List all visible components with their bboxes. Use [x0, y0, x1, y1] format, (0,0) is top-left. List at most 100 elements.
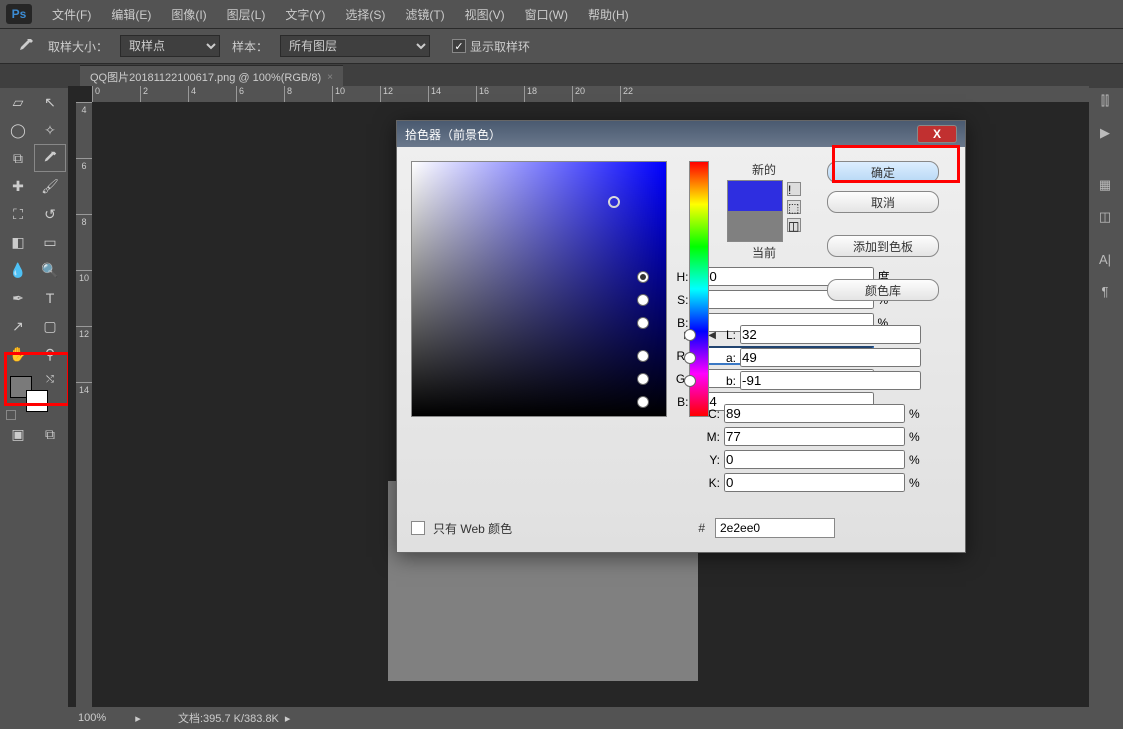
sample-target-select[interactable]: 所有图层	[280, 35, 430, 57]
status-bar: 100% ▸ 文档:395.7 K/383.8K ▸	[68, 707, 1089, 729]
menu-image[interactable]: 图像(I)	[163, 2, 214, 27]
panel-tab-paragraph-icon[interactable]: ¶	[1091, 276, 1119, 306]
doc-size-info: 文档:395.7 K/383.8K	[148, 710, 279, 726]
eyedropper-tool-icon[interactable]	[35, 145, 65, 171]
close-tab-icon[interactable]: ×	[327, 72, 333, 83]
field-l[interactable]	[740, 325, 921, 344]
radio-h[interactable]	[637, 271, 649, 283]
dialog-titlebar[interactable]: 拾色器（前景色） X	[397, 121, 965, 147]
menu-select[interactable]: 选择(S)	[337, 2, 393, 27]
ruler-horizontal: 0246810121416182022	[92, 86, 1089, 102]
screenmode-tool-icon[interactable]: ⧉	[35, 421, 65, 447]
marquee-tool-icon[interactable]: ↖	[35, 89, 65, 115]
new-color-label: 新的	[752, 161, 776, 178]
color-library-button[interactable]: 颜色库	[827, 279, 939, 301]
web-only-checkbox[interactable]: ✓	[411, 521, 425, 535]
show-ring-checkbox[interactable]: ✓	[452, 39, 466, 53]
zoom-tool-icon[interactable]: ⚲	[35, 341, 65, 367]
menu-window[interactable]: 窗口(W)	[517, 2, 576, 27]
history-brush-tool-icon[interactable]: ↺	[35, 201, 65, 227]
blur-tool-icon[interactable]: 💧	[3, 257, 33, 283]
menu-help[interactable]: 帮助(H)	[580, 2, 637, 27]
quickmask-tool-icon[interactable]: ▣	[3, 421, 33, 447]
ruler-vertical: 468101214	[76, 102, 92, 707]
magic-wand-tool-icon[interactable]: ✧	[35, 117, 65, 143]
hex-field[interactable]	[715, 518, 835, 538]
status-chevron-icon[interactable]: ▸	[128, 712, 148, 725]
field-c[interactable]	[724, 404, 905, 423]
type-tool-icon[interactable]: T	[35, 285, 65, 311]
move-tool-icon[interactable]: ▱	[3, 89, 33, 115]
document-tab-bar: QQ图片20181122100617.png @ 100%(RGB/8) ×	[0, 64, 1123, 88]
lasso-tool-icon[interactable]: ◯	[3, 117, 33, 143]
menu-file[interactable]: 文件(F)	[44, 2, 99, 27]
toolbox: ▱ ↖ ◯ ✧ ⧉ ✚ 🖌 ⛶ ↺ ◧ ▭ 💧 🔍 ✒ T ↗ ▢ ✋ ⚲ ⤭ …	[2, 88, 68, 448]
dialog-close-button[interactable]: X	[917, 125, 957, 143]
hand-tool-icon[interactable]: ✋	[3, 341, 33, 367]
document-tab-title: QQ图片20181122100617.png @ 100%(RGB/8)	[90, 69, 321, 85]
eraser-tool-icon[interactable]: ◧	[3, 229, 33, 255]
ok-button[interactable]: 确定	[827, 161, 939, 183]
radio-r[interactable]	[637, 350, 649, 362]
field-m[interactable]	[724, 427, 905, 446]
path-select-tool-icon[interactable]: ↗	[3, 313, 33, 339]
current-color-swatch[interactable]	[728, 211, 782, 241]
shape-tool-icon[interactable]: ▢	[35, 313, 65, 339]
field-k[interactable]	[724, 473, 905, 492]
cancel-button[interactable]: 取消	[827, 191, 939, 213]
document-tab[interactable]: QQ图片20181122100617.png @ 100%(RGB/8) ×	[80, 65, 343, 88]
sample-size-select[interactable]: 取样点	[120, 35, 220, 57]
crop-tool-icon[interactable]: ⧉	[3, 145, 33, 171]
pen-tool-icon[interactable]: ✒	[3, 285, 33, 311]
menu-edit[interactable]: 编辑(E)	[103, 2, 159, 27]
add-swatch-button[interactable]: 添加到色板	[827, 235, 939, 257]
menu-layer[interactable]: 图层(L)	[219, 2, 274, 27]
panel-tab-swatches-icon[interactable]: ◫	[1091, 202, 1119, 232]
panel-tab-play-icon[interactable]: ▶	[1091, 118, 1119, 148]
zoom-level[interactable]: 100%	[68, 712, 128, 724]
panel-tab-histogram-icon[interactable]: ⫿⫿	[1091, 86, 1119, 116]
cube-icon[interactable]: ⬚	[787, 200, 801, 214]
color-field[interactable]	[411, 161, 667, 417]
radio-l[interactable]	[684, 329, 696, 341]
new-color-swatch	[728, 181, 782, 211]
stamp-tool-icon[interactable]: ⛶	[3, 201, 33, 227]
panel-tab-character-icon[interactable]: A|	[1091, 244, 1119, 274]
menu-bar: Ps 文件(F) 编辑(E) 图像(I) 图层(L) 文字(Y) 选择(S) 滤…	[0, 0, 1123, 28]
options-bar: 取样大小： 取样点 样本： 所有图层 ✓ 显示取样环	[0, 28, 1123, 64]
radio-b-lab[interactable]	[684, 375, 696, 387]
web-safe-icon[interactable]: ◫	[787, 218, 801, 232]
menu-type[interactable]: 文字(Y)	[277, 2, 333, 27]
show-ring-label: 显示取样环	[470, 38, 530, 55]
swap-colors-icon[interactable]: ⤭	[46, 374, 54, 385]
field-a[interactable]	[740, 348, 921, 367]
sample-size-label: 取样大小：	[48, 38, 108, 55]
default-colors-icon[interactable]	[6, 410, 16, 420]
background-swatch[interactable]	[26, 390, 48, 412]
radio-s[interactable]	[637, 294, 649, 306]
radio-g[interactable]	[637, 373, 649, 385]
color-cursor-icon	[608, 196, 620, 208]
gamut-warning-icon[interactable]: !	[787, 182, 801, 196]
field-y[interactable]	[724, 450, 905, 469]
web-only-label: 只有 Web 颜色	[433, 520, 512, 537]
app-logo: Ps	[6, 4, 32, 24]
radio-a[interactable]	[684, 352, 696, 364]
panel-tab-color-icon[interactable]: ▦	[1091, 170, 1119, 200]
menu-filter[interactable]: 滤镜(T)	[397, 2, 452, 27]
dodge-tool-icon[interactable]: 🔍	[35, 257, 65, 283]
brush-tool-icon[interactable]: 🖌	[35, 173, 65, 199]
hex-prefix: #	[698, 521, 705, 535]
eyedropper-tool-icon	[16, 36, 36, 56]
sample-label: 样本：	[232, 38, 268, 55]
color-picker-dialog: 拾色器（前景色） X ▶◀ 新的 ! ⬚ ◫	[396, 120, 966, 553]
dialog-title-text: 拾色器（前景色）	[405, 126, 501, 143]
menu-view[interactable]: 视图(V)	[457, 2, 513, 27]
radio-b2[interactable]	[637, 396, 649, 408]
color-preview	[727, 180, 783, 242]
field-b-lab[interactable]	[740, 371, 921, 390]
radio-b[interactable]	[637, 317, 649, 329]
status-chevron-icon-2[interactable]: ▸	[285, 712, 291, 725]
gradient-tool-icon[interactable]: ▭	[35, 229, 65, 255]
healing-brush-tool-icon[interactable]: ✚	[3, 173, 33, 199]
